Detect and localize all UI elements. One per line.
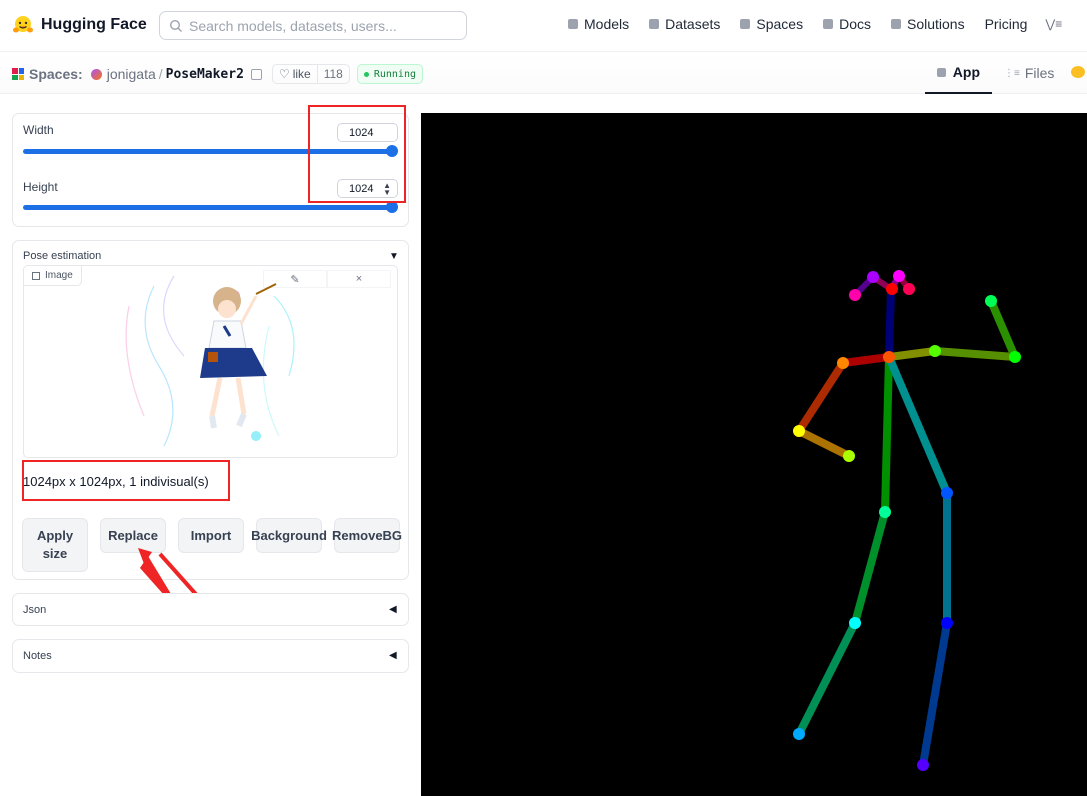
skeleton-keypoints[interactable]: [793, 270, 1021, 771]
height-slider[interactable]: [23, 205, 392, 210]
repo-name[interactable]: PoseMaker2: [166, 67, 244, 82]
owner-avatar: [90, 68, 102, 80]
status-text: Running: [373, 68, 416, 80]
datasets-icon: [649, 19, 660, 29]
tab-files-label: Files: [1024, 65, 1055, 81]
spaces-label: Spaces:: [29, 66, 83, 82]
pose-estimation-title: Pose estimation: [23, 250, 102, 262]
expand-caret-icon[interactable]: ◀: [389, 604, 397, 615]
status-badge: Running: [356, 64, 423, 84]
like-label: like: [292, 67, 311, 81]
nav-datasets-label: Datasets: [665, 16, 721, 32]
pose-skeleton: [793, 270, 1021, 771]
search-bar[interactable]: [159, 11, 467, 40]
nav-docs[interactable]: Docs: [823, 16, 871, 32]
nav-pricing-label: Pricing: [984, 16, 1028, 32]
space-tabs: App ⋮≡ Files: [925, 52, 1066, 94]
collapse-caret-icon[interactable]: ▼: [389, 251, 399, 262]
search-input[interactable]: [189, 17, 459, 34]
like-count: 118: [316, 65, 349, 83]
hugging-face-logo-icon: [13, 16, 33, 33]
spaces-icon: [740, 19, 751, 29]
solutions-icon: [891, 19, 901, 29]
expand-caret-icon[interactable]: ◀: [389, 650, 397, 661]
like-button[interactable]: ♡ like 118: [271, 64, 350, 84]
nav-spaces-label: Spaces: [756, 16, 804, 32]
pose-editor-canvas[interactable]: [421, 113, 1087, 796]
skeleton-limbs: [795, 273, 1019, 769]
tab-app-label: App: [952, 64, 980, 80]
notes-accordion-title: Notes: [23, 650, 52, 662]
apply-size-button[interactable]: Apply size: [22, 518, 88, 572]
nav-spaces[interactable]: Spaces: [740, 16, 803, 32]
nav-links: Models Datasets Spaces Docs Solutions Pr…: [568, 16, 1062, 32]
spaces-grid-icon: [12, 68, 24, 80]
json-accordion[interactable]: Json ◀: [12, 593, 409, 626]
owner-link[interactable]: jonigata: [107, 66, 156, 82]
status-dot-icon: [363, 71, 369, 77]
nav-solutions[interactable]: Solutions: [891, 16, 965, 32]
tab-files[interactable]: ⋮≡ Files: [992, 52, 1066, 94]
app-icon: [937, 67, 946, 77]
files-icon: ⋮≡: [1004, 67, 1020, 79]
pose-estimation-panel: Pose estimation ▼ Image ✎ × 1024px x 102…: [12, 240, 409, 580]
breadcrumb-separator: /: [158, 66, 163, 82]
annotation-box-size: [308, 105, 406, 203]
annotation-box-info: [22, 460, 230, 501]
nav-datasets[interactable]: Datasets: [649, 16, 720, 32]
search-icon: [169, 19, 182, 32]
models-icon: [568, 19, 578, 29]
menu-more-icon[interactable]: ⋁≡: [1045, 17, 1062, 31]
image-upload[interactable]: Image ✎ ×: [23, 265, 398, 458]
community-icon[interactable]: [1071, 66, 1085, 78]
nav-docs-label: Docs: [839, 16, 871, 32]
docs-icon: [823, 19, 834, 29]
brand-name: Hugging Face: [41, 16, 147, 33]
notes-accordion[interactable]: Notes ◀: [12, 639, 409, 673]
brand[interactable]: Hugging Face: [12, 14, 147, 36]
remove-bg-button[interactable]: RemoveBG: [332, 518, 402, 553]
tab-app[interactable]: App: [925, 52, 992, 94]
top-navbar: Hugging Face Models Datasets Spaces Docs…: [0, 0, 1087, 52]
height-label: Height: [23, 180, 58, 194]
background-button[interactable]: Background: [251, 518, 327, 553]
heart-icon: ♡: [278, 67, 290, 81]
anime-girl-illustration: [125, 275, 295, 447]
json-accordion-title: Json: [23, 604, 47, 616]
like-control[interactable]: ♡ like: [273, 67, 317, 81]
nav-models-label: Models: [584, 16, 630, 32]
breadcrumb: Spaces: jonigata / PoseMaker2 ♡ like 118…: [12, 64, 423, 84]
nav-pricing[interactable]: Pricing: [985, 16, 1028, 32]
width-label: Width: [23, 123, 54, 137]
copy-icon[interactable]: [250, 68, 262, 80]
nav-models[interactable]: Models: [568, 16, 629, 32]
nav-solutions-label: Solutions: [907, 16, 965, 32]
space-header: Spaces: jonigata / PoseMaker2 ♡ like 118…: [0, 52, 1087, 94]
